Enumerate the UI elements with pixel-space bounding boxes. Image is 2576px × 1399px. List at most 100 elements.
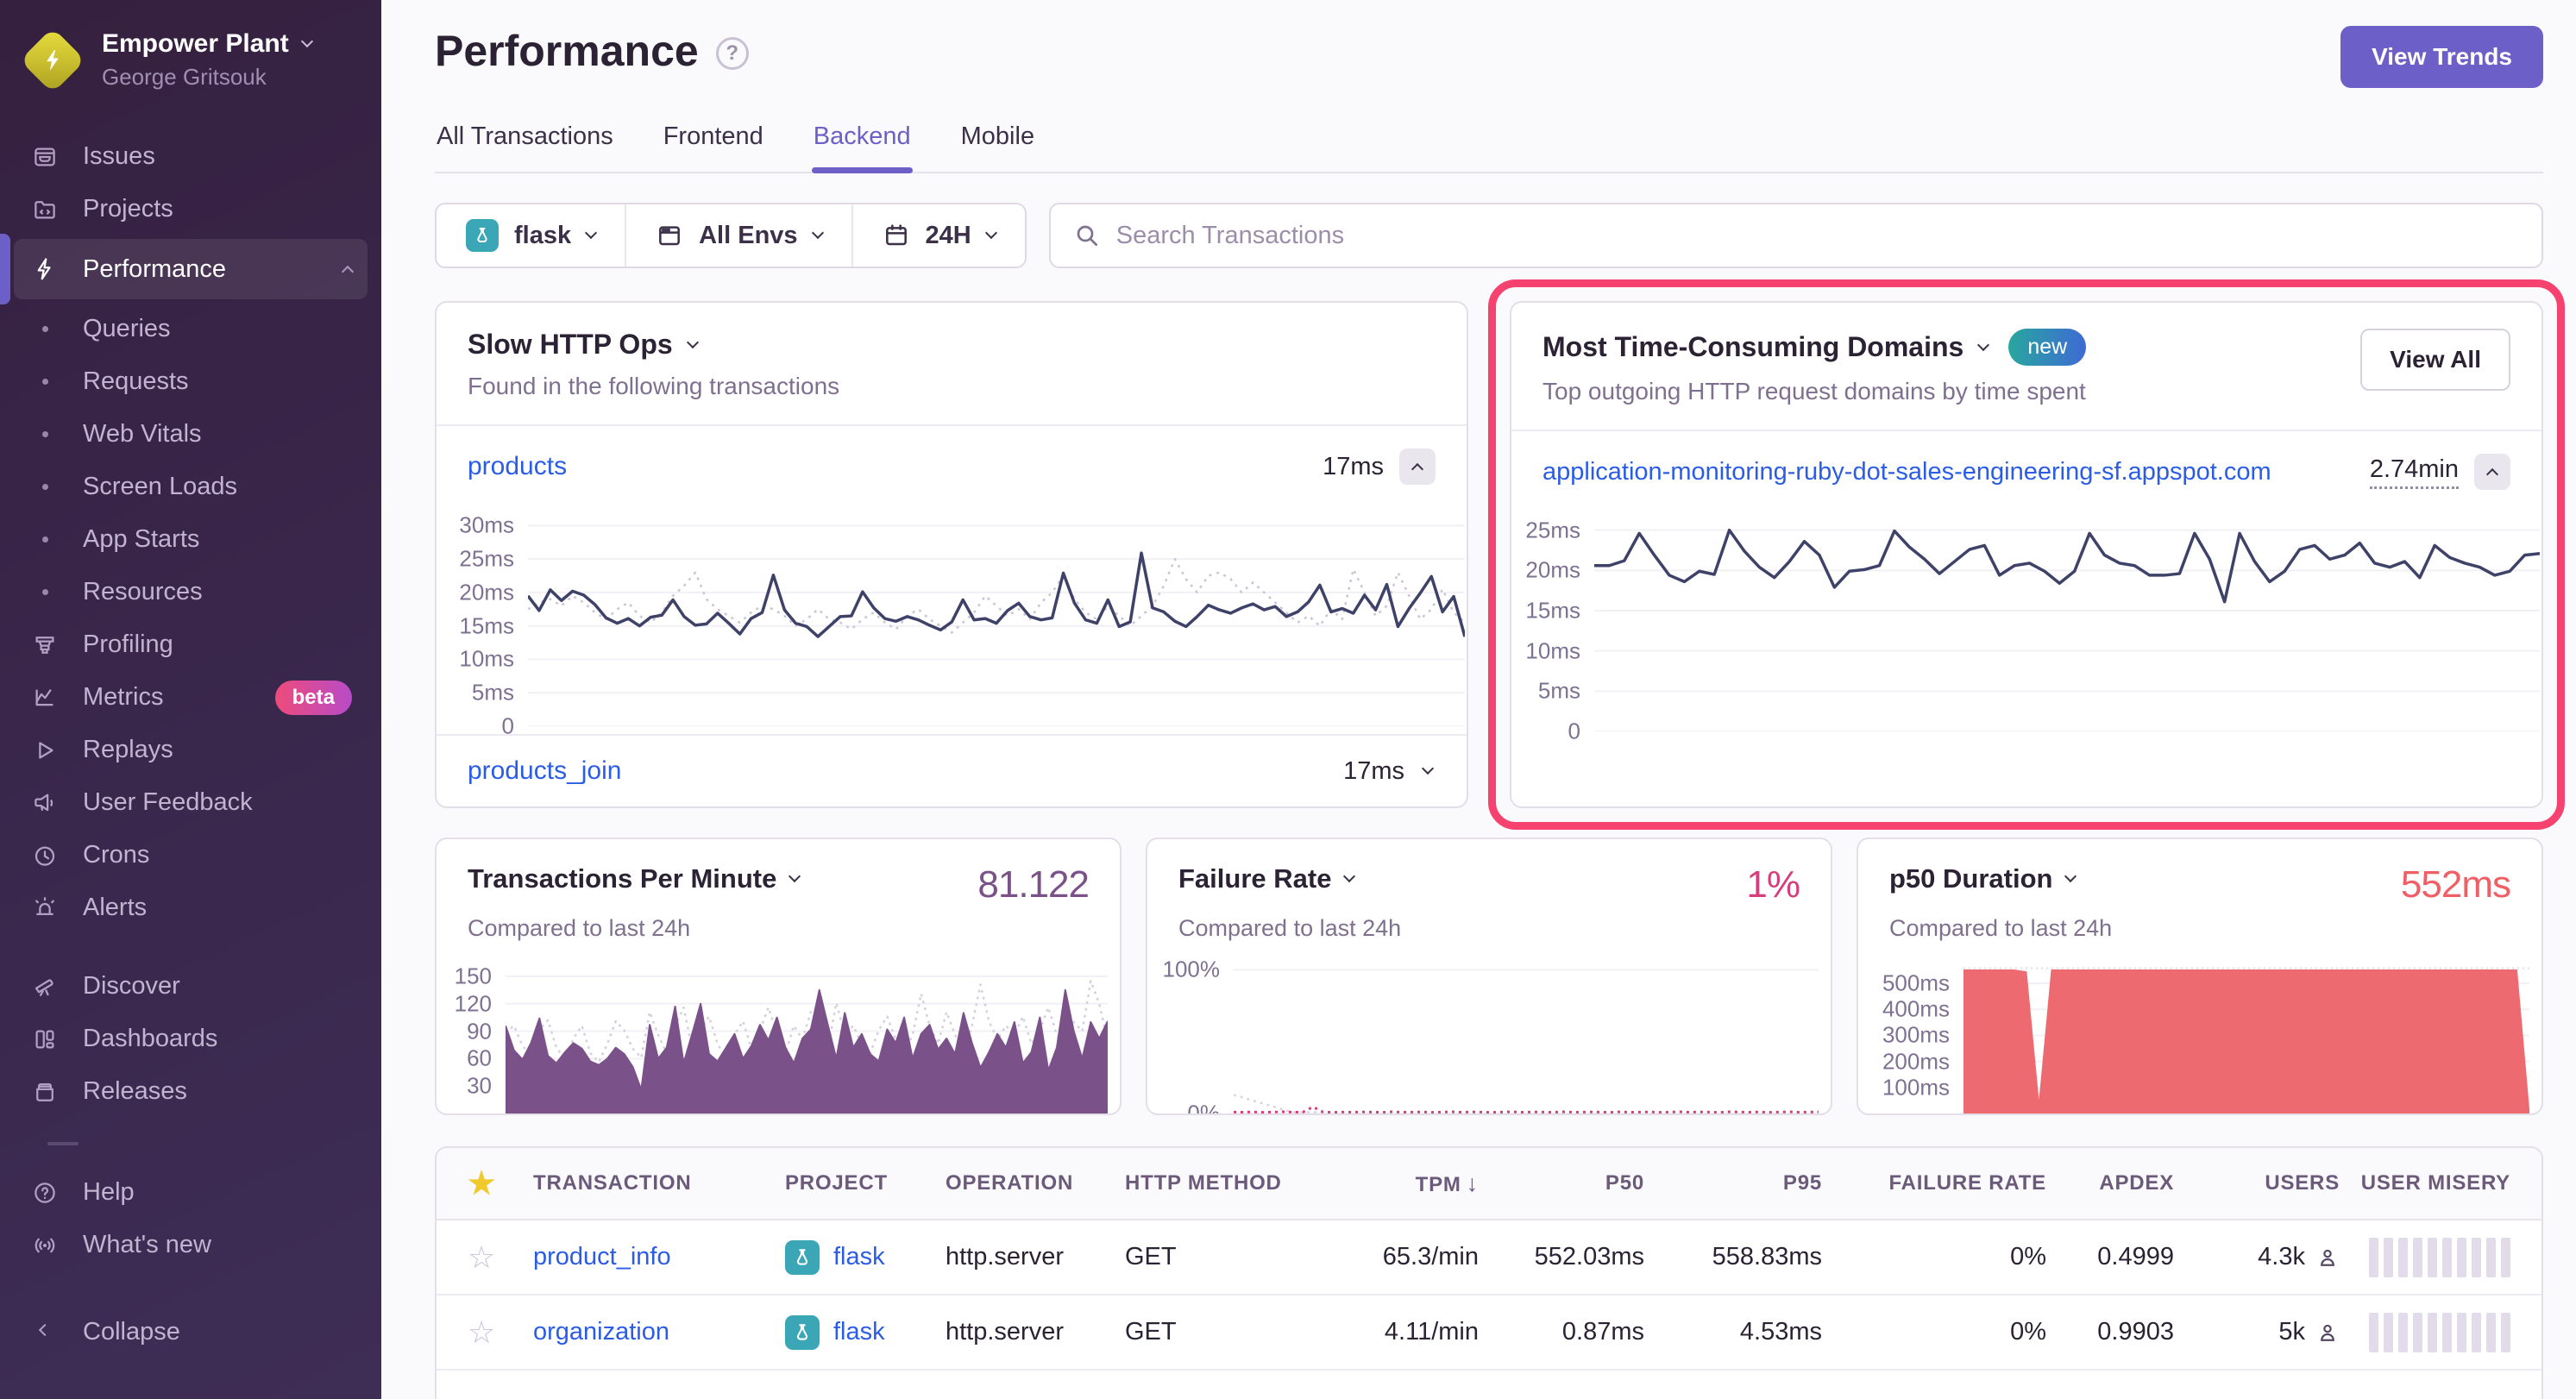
view-trends-button[interactable]: View Trends — [2340, 26, 2543, 88]
widget-row-top: Slow HTTP Ops Found in the following tra… — [435, 301, 2543, 808]
transaction-link-products-join[interactable]: products_join — [468, 756, 621, 786]
col-p95[interactable]: P95 — [1644, 1171, 1822, 1195]
widget-row-stats: Transactions Per Minute 81.122 Compared … — [435, 838, 2543, 1115]
tab-mobile[interactable]: Mobile — [959, 122, 1036, 172]
sidebar-item-replays[interactable]: Replays — [0, 724, 381, 776]
failure-rate-subtitle: Compared to last 24h — [1147, 907, 1831, 942]
search-input[interactable] — [1116, 222, 2519, 250]
sidebar-item-requests[interactable]: Requests — [0, 355, 381, 408]
sidebar-item-discover[interactable]: Discover — [0, 960, 381, 1013]
broadcast-icon — [29, 1233, 60, 1258]
sidebar-item-whats-new[interactable]: What's new — [0, 1219, 381, 1271]
col-operation[interactable]: OPERATION — [946, 1171, 1125, 1195]
sidebar-item-help[interactable]: Help — [0, 1166, 381, 1219]
sidebar-item-metrics[interactable]: Metrics beta — [0, 671, 381, 724]
sidebar-item-label: Web Vitals — [83, 420, 202, 449]
star-outline-icon[interactable]: ☆ — [468, 1317, 533, 1348]
operation-cell: http.server — [946, 1318, 1125, 1346]
p50-cell: 0.87ms — [1479, 1318, 1644, 1346]
http-method-cell: GET — [1125, 1243, 1341, 1271]
accordion-row-products-join: products_join 17ms — [437, 734, 1467, 806]
users-cell: 4.3k — [2258, 1243, 2305, 1271]
tpm-chart: 150120906030 — [437, 963, 1108, 1114]
sidebar-item-label: Alerts — [83, 894, 147, 922]
tab-backend[interactable]: Backend — [812, 122, 913, 172]
col-transaction[interactable]: TRANSACTION — [533, 1171, 785, 1195]
sidebar-item-label: Help — [83, 1178, 135, 1207]
sidebar-item-screen-loads[interactable]: Screen Loads — [0, 461, 381, 513]
failure-rate-value: 1% — [1746, 863, 1800, 907]
sidebar-item-alerts[interactable]: Alerts — [0, 881, 381, 934]
tpm-title[interactable]: Transactions Per Minute — [468, 863, 799, 894]
sidebar-item-releases[interactable]: Releases — [0, 1065, 381, 1118]
col-http-method[interactable]: HTTP METHOD — [1125, 1171, 1341, 1195]
transaction-link-products[interactable]: products — [468, 452, 567, 481]
bullet-icon — [29, 431, 60, 437]
p50-title[interactable]: p50 Duration — [1889, 863, 2075, 894]
expand-products-join-button[interactable] — [1420, 766, 1436, 776]
sidebar-item-queries[interactable]: Queries — [0, 303, 381, 355]
collapse-products-button[interactable] — [1399, 449, 1436, 485]
chevron-down-icon — [2064, 870, 2077, 882]
star-outline-icon[interactable]: ☆ — [468, 1242, 533, 1273]
domain-time-value[interactable]: 2.74min — [2370, 455, 2459, 489]
tab-frontend[interactable]: Frontend — [662, 122, 765, 172]
collapse-domain-button[interactable] — [2474, 454, 2510, 490]
sidebar-item-label: Dashboards — [83, 1025, 217, 1053]
sidebar-item-projects[interactable]: Projects — [0, 183, 381, 235]
p50-chart: 500ms400ms300ms200ms100ms — [1858, 963, 2529, 1114]
date-range-filter[interactable]: 24H — [851, 204, 1025, 267]
releases-icon — [29, 1079, 60, 1105]
failure-rate-title[interactable]: Failure Rate — [1178, 863, 1354, 894]
p50-duration-card: p50 Duration 552ms Compared to last 24h … — [1857, 838, 2543, 1115]
help-icon — [29, 1180, 60, 1206]
domain-link[interactable]: application-monitoring-ruby-dot-sales-en… — [1542, 458, 2271, 486]
domains-title[interactable]: Most Time-Consuming Domains new — [1542, 329, 2086, 366]
environment-filter[interactable]: All Envs — [625, 204, 851, 267]
environment-icon — [656, 222, 683, 249]
tab-all-transactions[interactable]: All Transactions — [435, 122, 615, 172]
sidebar-item-performance[interactable]: Performance — [14, 239, 368, 299]
transaction-link[interactable]: product_info — [533, 1243, 671, 1270]
project-link[interactable]: flask — [833, 1318, 885, 1346]
filter-bar: flask All Envs 24H — [435, 203, 2543, 268]
col-users[interactable]: USERS — [2174, 1171, 2340, 1195]
sidebar-item-app-starts[interactable]: App Starts — [0, 513, 381, 566]
sidebar-item-web-vitals[interactable]: Web Vitals — [0, 408, 381, 461]
apdex-cell: 0.4999 — [2046, 1243, 2174, 1271]
sidebar-item-crons[interactable]: Crons — [0, 829, 381, 881]
col-apdex[interactable]: APDEX — [2046, 1171, 2174, 1195]
star-filled-icon[interactable]: ★ — [468, 1168, 533, 1199]
org-switcher[interactable]: Empower Plant George Gritsouk — [0, 22, 381, 99]
sidebar-item-label: Requests — [83, 367, 189, 396]
clock-icon — [29, 843, 60, 869]
sidebar-collapse-button[interactable]: Collapse — [0, 1306, 381, 1358]
slow-http-ops-title[interactable]: Slow HTTP Ops — [468, 329, 1436, 361]
col-failure-rate[interactable]: FAILURE RATE — [1822, 1171, 2046, 1195]
col-tpm[interactable]: TPM↓ — [1341, 1170, 1479, 1197]
user-misery-score-bar — [2340, 1313, 2510, 1352]
sidebar-item-user-feedback[interactable]: User Feedback — [0, 776, 381, 829]
beta-badge: beta — [275, 681, 352, 715]
project-filter[interactable]: flask — [437, 204, 625, 267]
telescope-icon — [29, 974, 60, 1000]
page-filters: flask All Envs 24H — [435, 203, 1027, 268]
col-p50[interactable]: P50 — [1479, 1171, 1644, 1195]
sidebar-item-resources[interactable]: Resources — [0, 566, 381, 618]
sidebar-item-issues[interactable]: Issues — [0, 130, 381, 183]
date-range-value: 24H — [926, 222, 971, 250]
help-tooltip-icon[interactable]: ? — [716, 37, 749, 70]
sidebar-item-profiling[interactable]: Profiling — [0, 618, 381, 671]
table-row: ☆ organization flask http.server GET 4.1… — [437, 1295, 2541, 1371]
sidebar-item-label: Queries — [83, 315, 171, 343]
project-link[interactable]: flask — [833, 1243, 885, 1271]
flask-project-icon — [785, 1315, 820, 1350]
col-user-misery[interactable]: USER MISERY — [2340, 1171, 2510, 1195]
flask-project-icon — [785, 1240, 820, 1275]
col-project[interactable]: PROJECT — [785, 1171, 946, 1195]
p50-subtitle: Compared to last 24h — [1858, 907, 2541, 942]
view-all-button[interactable]: View All — [2360, 329, 2510, 391]
sidebar-item-dashboards[interactable]: Dashboards — [0, 1013, 381, 1065]
transaction-link[interactable]: organization — [533, 1318, 669, 1346]
page-title: Performance ? — [435, 26, 749, 76]
